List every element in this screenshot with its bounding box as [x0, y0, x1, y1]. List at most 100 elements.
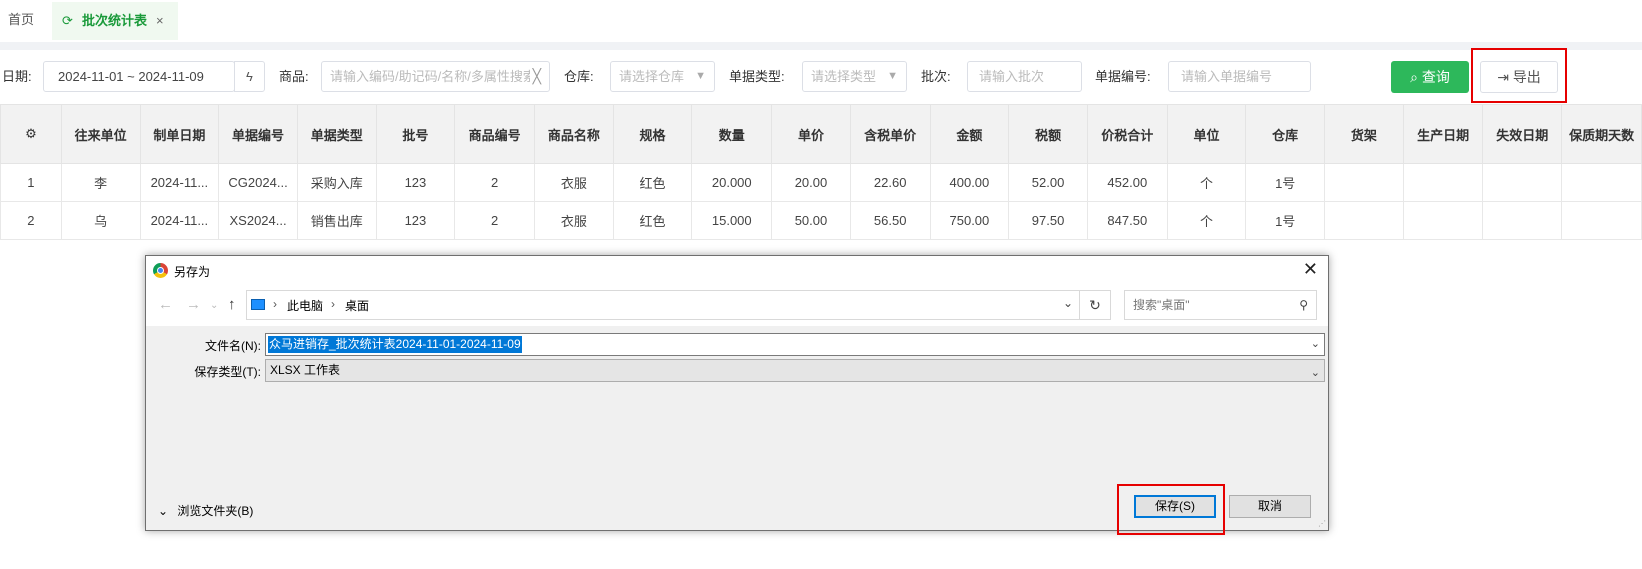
- table-cell: 2024-11...: [139, 163, 220, 202]
- column-header[interactable]: 税额: [1008, 104, 1088, 164]
- folder-search-input[interactable]: 搜索"桌面" ⚲: [1124, 290, 1317, 320]
- lightning-icon: ϟ: [246, 69, 253, 84]
- search-icon: ⌕: [1410, 69, 1418, 85]
- refresh-icon[interactable]: ↻: [1080, 290, 1111, 320]
- clear-icon[interactable]: ╳: [529, 62, 541, 91]
- table-cell: [1324, 163, 1404, 202]
- column-header[interactable]: 生产日期: [1402, 104, 1484, 164]
- divider: [0, 42, 1642, 50]
- table-cell: 50.00: [771, 201, 851, 240]
- column-header[interactable]: 往来单位: [60, 104, 141, 164]
- column-header[interactable]: 制单日期: [139, 104, 220, 164]
- chrome-icon: [153, 263, 168, 278]
- table-cell: [1402, 201, 1484, 240]
- table-cell: 个: [1166, 201, 1247, 240]
- query-label: 查询: [1421, 69, 1450, 85]
- docno-input[interactable]: 请输入单据编号: [1168, 61, 1311, 92]
- table-cell: [1324, 201, 1404, 240]
- refresh-icon[interactable]: ⟳: [62, 2, 73, 40]
- cancel-button[interactable]: 取消: [1229, 495, 1311, 518]
- filename-input[interactable]: 众马进销存_批次统计表2024-11-01-2024-11-09 ⌄: [265, 333, 1325, 356]
- query-button[interactable]: ⌕ 查询: [1391, 61, 1469, 93]
- up-arrow-icon[interactable]: ↑: [228, 296, 236, 313]
- table-cell: 847.50: [1086, 201, 1168, 240]
- table-cell: 52.00: [1008, 163, 1088, 202]
- table-cell: 452.00: [1086, 163, 1168, 202]
- table-cell: CG2024...: [218, 163, 298, 202]
- column-header[interactable]: 单位: [1166, 104, 1247, 164]
- product-search-input[interactable]: 请输入编码/助记码/名称/多属性搜索 ╳: [321, 61, 550, 92]
- table-cell: 2: [0, 201, 62, 240]
- table-cell: 123: [375, 201, 456, 240]
- back-arrow-icon[interactable]: ←: [158, 296, 173, 313]
- date-range-input[interactable]: 2024-11-01 ~ 2024-11-09: [43, 61, 235, 92]
- tab-home[interactable]: 首页: [0, 0, 42, 40]
- doctype-select[interactable]: 请选择类型 ▼: [802, 61, 907, 92]
- column-header[interactable]: 货架: [1324, 104, 1404, 164]
- column-header[interactable]: 单据类型: [296, 104, 377, 164]
- filetype-label: 保存类型(T):: [194, 365, 261, 379]
- chevron-down-icon[interactable]: ⌄: [1063, 296, 1073, 310]
- close-icon[interactable]: ×: [156, 2, 164, 40]
- search-icon: ⚲: [1299, 298, 1308, 312]
- column-header[interactable]: 商品编号: [454, 104, 536, 164]
- table-row[interactable]: 2 乌 2024-11... XS2024... 销售出库 123 2 衣服 红…: [0, 201, 1642, 240]
- column-settings-icon[interactable]: ⚙: [0, 104, 62, 164]
- table-cell: 乌: [60, 201, 141, 240]
- table-cell: 1号: [1245, 163, 1326, 202]
- column-header[interactable]: 金额: [929, 104, 1010, 164]
- highlight-box-save: [1117, 484, 1225, 535]
- browse-folders-toggle[interactable]: ⌄ 浏览文件夹(B): [158, 502, 253, 519]
- table-cell: 15.000: [691, 201, 773, 240]
- breadcrumb-item[interactable]: 桌面: [345, 297, 369, 314]
- computer-icon: [251, 299, 265, 310]
- doctype-label: 单据类型:: [729, 69, 785, 84]
- filetype-select[interactable]: XLSX 工作表 ⌄: [265, 359, 1325, 382]
- table-cell: 2: [454, 201, 536, 240]
- table-cell: 400.00: [929, 163, 1010, 202]
- dialog-nav-row: ← → ⌄ ↑ › 此电脑 › 桌面 ⌄ ↻ 搜索"桌面" ⚲: [146, 286, 1328, 326]
- column-header[interactable]: 价税合计: [1086, 104, 1168, 164]
- table-header-row: ⚙ 往来单位 制单日期 单据编号 单据类型 批号 商品编号 商品名称 规格 数量…: [0, 104, 1642, 164]
- warehouse-select[interactable]: 请选择仓库 ▼: [610, 61, 715, 92]
- column-header[interactable]: 含税单价: [849, 104, 931, 164]
- table-cell: 红色: [612, 163, 693, 202]
- dialog-titlebar: 另存为 ✕: [146, 256, 1328, 286]
- breadcrumb-item[interactable]: 此电脑: [287, 297, 323, 314]
- tab-batch-stats[interactable]: ⟳ 批次统计表 ×: [52, 2, 178, 40]
- breadcrumb-separator: ›: [331, 297, 335, 311]
- table-cell: [1561, 201, 1642, 240]
- table-cell: 56.50: [849, 201, 931, 240]
- table-cell: 李: [60, 163, 141, 202]
- table-cell: 个: [1166, 163, 1247, 202]
- table-cell: 97.50: [1008, 201, 1088, 240]
- table-cell: 2024-11...: [139, 201, 220, 240]
- table-row[interactable]: 1 李 2024-11... CG2024... 采购入库 123 2 衣服 红…: [0, 163, 1642, 202]
- column-header[interactable]: 单据编号: [218, 104, 298, 164]
- column-header[interactable]: 单价: [771, 104, 851, 164]
- column-header[interactable]: 数量: [691, 104, 773, 164]
- chevron-down-icon: ▼: [887, 70, 898, 82]
- batch-input[interactable]: 请输入批次: [967, 61, 1082, 92]
- table-cell: 1: [0, 163, 62, 202]
- chevron-down-icon[interactable]: ⌄: [1311, 337, 1320, 350]
- batch-table: ⚙ 往来单位 制单日期 单据编号 单据类型 批号 商品编号 商品名称 规格 数量…: [0, 104, 1642, 240]
- table-cell: 1号: [1245, 201, 1326, 240]
- forward-arrow-icon[interactable]: →: [186, 296, 201, 313]
- column-header[interactable]: 仓库: [1245, 104, 1326, 164]
- column-header[interactable]: 失效日期: [1482, 104, 1563, 164]
- recent-chevron-icon[interactable]: ⌄: [210, 300, 218, 311]
- quick-date-button[interactable]: ϟ: [234, 61, 265, 92]
- table-cell: 20.00: [771, 163, 851, 202]
- column-header[interactable]: 商品名称: [534, 104, 614, 164]
- column-header[interactable]: 保质期天数: [1561, 104, 1642, 164]
- batch-label: 批次:: [921, 69, 951, 84]
- table-cell: [1561, 163, 1642, 202]
- column-header[interactable]: 规格: [612, 104, 693, 164]
- address-bar[interactable]: › 此电脑 › 桌面 ⌄: [246, 290, 1080, 320]
- column-header[interactable]: 批号: [375, 104, 456, 164]
- close-icon[interactable]: ✕: [1303, 259, 1318, 280]
- search-placeholder: 搜索"桌面": [1133, 298, 1190, 312]
- table-cell: 衣服: [534, 201, 614, 240]
- resize-grip-icon[interactable]: ⋰: [1318, 519, 1326, 528]
